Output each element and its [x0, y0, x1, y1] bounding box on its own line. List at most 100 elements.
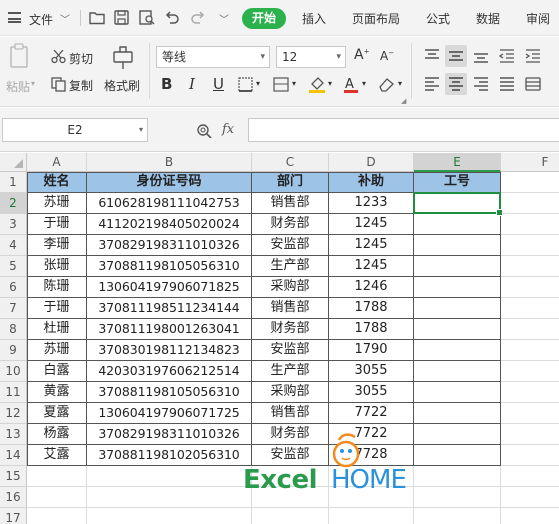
format-painter-icon[interactable] — [111, 44, 135, 70]
name-box[interactable]: E2 ▾ — [2, 118, 148, 142]
redo-icon[interactable] — [190, 10, 206, 25]
row-header-1[interactable]: 1 — [0, 172, 27, 193]
table-cell[interactable]: 3055 — [329, 382, 414, 403]
table-cell[interactable] — [414, 340, 501, 361]
print-preview-icon[interactable] — [139, 10, 155, 25]
column-header-e[interactable]: E — [414, 153, 501, 172]
paste-icon[interactable] — [9, 43, 31, 69]
empty-cell[interactable] — [501, 277, 559, 298]
table-cell[interactable]: 7722 — [329, 403, 414, 424]
table-cell[interactable]: 于珊 — [27, 214, 87, 235]
table-cell[interactable] — [414, 361, 501, 382]
table-cell[interactable]: 1246 — [329, 277, 414, 298]
table-cell[interactable]: 安监部 — [252, 445, 329, 466]
format-painter-button[interactable]: 格式刷 — [104, 77, 140, 94]
table-header-cell[interactable]: 补助 — [329, 172, 414, 193]
empty-cell[interactable] — [329, 508, 414, 524]
empty-cell[interactable] — [414, 487, 501, 508]
table-cell[interactable]: 130604197906071725 — [87, 403, 252, 424]
spreadsheet-grid[interactable]: A B C D E F 1 姓名 身份证号码 部门 补助 工号 2 苏珊 61062819811104275… — [0, 153, 559, 524]
table-cell[interactable]: 黄露 — [27, 382, 87, 403]
file-menu[interactable]: 文件 — [29, 11, 53, 28]
align-left-icon[interactable] — [424, 77, 440, 91]
table-cell[interactable]: 生产部 — [252, 361, 329, 382]
justify-icon[interactable] — [499, 77, 515, 91]
row-header-13[interactable]: 13 — [0, 424, 27, 445]
tab-data[interactable]: 数据 — [476, 10, 500, 27]
tab-insert[interactable]: 插入 — [302, 10, 326, 27]
empty-cell[interactable] — [501, 298, 559, 319]
table-cell[interactable]: 陈珊 — [27, 277, 87, 298]
table-cell[interactable]: 610628198111042753 — [87, 193, 252, 214]
table-cell[interactable]: 130604197906071825 — [87, 277, 252, 298]
empty-cell[interactable] — [329, 487, 414, 508]
table-cell[interactable]: 财务部 — [252, 214, 329, 235]
table-cell[interactable] — [414, 193, 501, 214]
copy-button[interactable]: 复制 — [69, 77, 93, 94]
align-right-icon[interactable] — [473, 77, 489, 91]
align-bottom-icon[interactable] — [473, 49, 489, 63]
column-header-f[interactable]: F — [501, 153, 559, 172]
table-cell[interactable] — [414, 382, 501, 403]
row-header-15[interactable]: 15 — [0, 466, 27, 487]
table-cell[interactable] — [414, 277, 501, 298]
table-cell[interactable] — [414, 298, 501, 319]
table-cell[interactable] — [414, 403, 501, 424]
table-cell[interactable]: 370829198311010326 — [87, 235, 252, 256]
empty-cell[interactable] — [87, 508, 252, 524]
quick-access-dropdown-icon[interactable]: ﹀ — [219, 11, 229, 26]
empty-cell[interactable] — [501, 466, 559, 487]
empty-cell[interactable] — [501, 340, 559, 361]
table-cell[interactable]: 411202198405020024 — [87, 214, 252, 235]
row-header-6[interactable]: 6 — [0, 277, 27, 298]
italic-button[interactable]: I — [189, 75, 195, 93]
table-header-cell[interactable]: 部门 — [252, 172, 329, 193]
table-cell[interactable]: 销售部 — [252, 298, 329, 319]
table-cell[interactable]: 苏珊 — [27, 340, 87, 361]
table-cell[interactable]: 白露 — [27, 361, 87, 382]
table-cell[interactable]: 1790 — [329, 340, 414, 361]
table-cell[interactable]: 采购部 — [252, 277, 329, 298]
menu-icon[interactable] — [8, 12, 21, 23]
empty-cell[interactable] — [87, 487, 252, 508]
shrink-font-button[interactable]: A− — [380, 49, 394, 63]
table-cell[interactable] — [414, 256, 501, 277]
table-cell[interactable]: 财务部 — [252, 319, 329, 340]
empty-cell[interactable] — [27, 487, 87, 508]
table-cell[interactable]: 销售部 — [252, 403, 329, 424]
table-cell[interactable]: 杨露 — [27, 424, 87, 445]
paste-dropdown-icon[interactable]: ▾ — [31, 79, 35, 88]
row-header-7[interactable]: 7 — [0, 298, 27, 319]
fill-color-dropdown-icon[interactable]: ▾ — [328, 79, 332, 88]
empty-cell[interactable] — [501, 235, 559, 256]
column-header-a[interactable]: A — [27, 153, 87, 172]
distributed-align-icon[interactable] — [525, 77, 541, 91]
align-middle-icon[interactable] — [448, 49, 464, 63]
open-folder-icon[interactable] — [89, 10, 105, 25]
merge-dropdown-icon[interactable]: ▾ — [292, 79, 296, 88]
font-color-icon[interactable]: A — [343, 75, 359, 94]
font-name-select[interactable]: 等线 ▾ — [156, 46, 270, 68]
table-cell[interactable]: 苏珊 — [27, 193, 87, 214]
table-cell[interactable]: 张珊 — [27, 256, 87, 277]
row-header-17[interactable]: 17 — [0, 508, 27, 524]
table-cell[interactable]: 安监部 — [252, 340, 329, 361]
table-cell[interactable] — [414, 445, 501, 466]
table-header-cell[interactable]: 工号 — [414, 172, 501, 193]
table-cell[interactable] — [414, 235, 501, 256]
table-cell[interactable]: 7728 — [329, 445, 414, 466]
increase-indent-icon[interactable] — [525, 49, 541, 63]
merge-cells-icon[interactable] — [273, 77, 289, 92]
align-top-icon[interactable] — [424, 49, 440, 63]
table-cell[interactable]: 3055 — [329, 361, 414, 382]
column-header-c[interactable]: C — [252, 153, 329, 172]
empty-cell[interactable] — [501, 403, 559, 424]
empty-cell[interactable] — [501, 382, 559, 403]
table-cell[interactable]: 采购部 — [252, 382, 329, 403]
table-cell[interactable]: 1245 — [329, 214, 414, 235]
table-cell[interactable]: 370881198105056310 — [87, 256, 252, 277]
undo-icon[interactable] — [164, 10, 180, 25]
row-header-3[interactable]: 3 — [0, 214, 27, 235]
empty-cell[interactable] — [414, 466, 501, 487]
clear-format-icon[interactable] — [378, 77, 395, 92]
